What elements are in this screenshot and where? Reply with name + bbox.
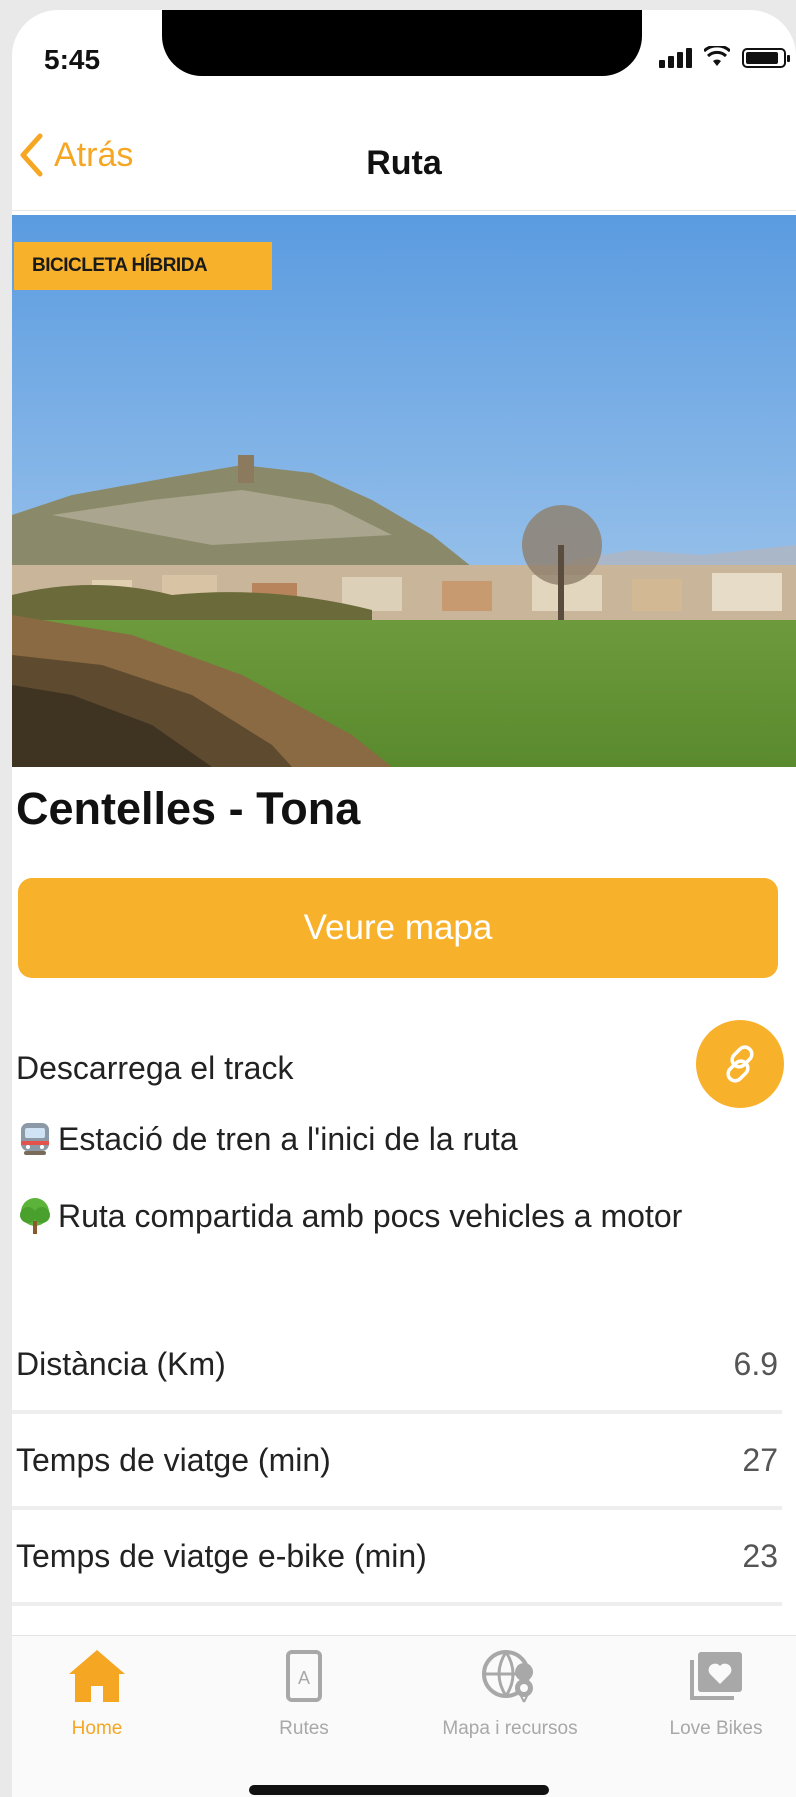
route-photo [12,215,796,767]
download-track-button[interactable] [696,1020,784,1108]
svg-text:A: A [298,1668,310,1688]
home-icon [69,1650,125,1702]
status-time: 5:45 [44,44,101,75]
train-emoji-icon [16,1120,54,1158]
download-track-row: Descarrega el track [16,1020,786,1110]
tree-emoji-icon [16,1197,54,1235]
stat-row-ebike-time: Temps de viatge e-bike (min) 23 [12,1510,782,1606]
tab-home[interactable]: Home [12,1644,187,1740]
tab-label: Mapa i recursos [442,1718,578,1739]
tab-routes[interactable]: A Rutes [214,1644,394,1740]
view-map-button[interactable]: Veure mapa [18,878,778,978]
route-title: Centelles - Tona [16,783,361,834]
routes-icon: A [286,1650,322,1702]
wifi-icon [704,46,730,66]
page-title: Ruta [366,144,442,182]
battery-icon [742,48,790,68]
info-text: Estació de tren a l'inici de la ruta [58,1120,518,1157]
globe-pin-icon [482,1650,533,1703]
stat-value: 6.9 [733,1346,778,1382]
tab-label: Home [71,1718,123,1739]
stat-label: Distància (Km) [16,1346,226,1382]
tab-label: Rutes [279,1718,329,1739]
stat-value: 27 [742,1442,778,1478]
tab-love-bikes[interactable]: Love Bikes [626,1644,796,1740]
tab-label: Love Bikes [669,1718,763,1739]
info-shared-route: Ruta compartida amb pocs vehicles a moto… [16,1197,682,1235]
stat-label: Temps de viatge e-bike (min) [16,1538,427,1574]
tab-map-resources[interactable]: Mapa i recursos [420,1644,600,1740]
stat-row-travel-time: Temps de viatge (min) 27 [12,1414,782,1510]
bike-type-badge: BICICLETA HÍBRIDA [14,242,272,290]
nav-bar: Atrás Ruta [12,110,796,211]
heart-album-icon [690,1652,742,1700]
tab-bar: Home A Rutes Mapa i recursos Love Bikes [12,1635,796,1797]
signal-icon [659,48,692,68]
link-icon [726,1045,754,1083]
notch [162,10,642,76]
home-indicator [249,1785,549,1795]
stat-value: 23 [742,1538,778,1574]
status-icons [659,46,790,68]
info-text: Ruta compartida amb pocs vehicles a moto… [58,1197,683,1234]
download-track-label: Descarrega el track [16,1050,294,1086]
stat-row-distance: Distància (Km) 6.9 [12,1318,782,1414]
stat-label: Temps de viatge (min) [16,1442,331,1478]
info-train-station: Estació de tren a l'inici de la ruta [16,1120,518,1158]
phone-screen: 5:45 Atrás Ruta BICICLETA HÍBRIDA Centel… [12,10,796,1797]
